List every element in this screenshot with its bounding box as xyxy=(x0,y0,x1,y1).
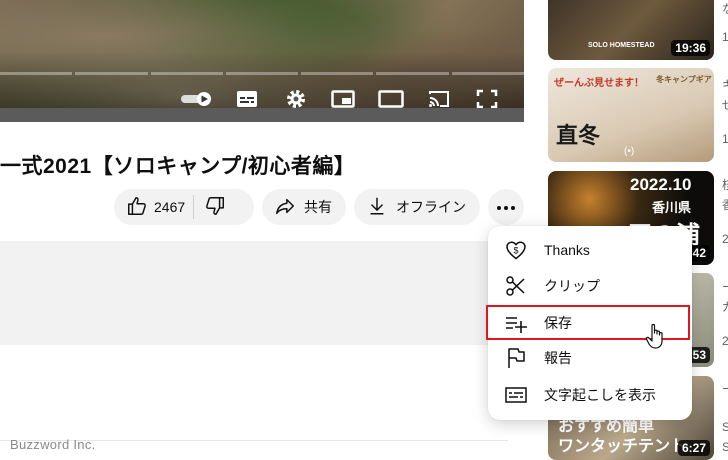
thumbnail-caption: 冬キャンプギア xyxy=(656,75,712,84)
recommendation-meta: キ xyxy=(722,76,728,93)
recommendation-meta: 2 xyxy=(722,334,728,348)
live-icon: (•) xyxy=(624,146,635,157)
download-icon xyxy=(366,195,388,220)
thumbnail-caption: SOLO HOMESTEAD xyxy=(588,42,655,49)
description-box[interactable] xyxy=(0,241,524,345)
menu-item-label: 文字起こしを表示 xyxy=(544,387,656,403)
recommendation-meta: ガ xyxy=(722,298,728,315)
thumbs-down-icon xyxy=(204,195,226,220)
menu-item-label: 報告 xyxy=(544,350,572,366)
hand-cursor-icon xyxy=(645,322,667,355)
player-bottom-bar xyxy=(0,108,524,122)
recommendation-meta: 核 xyxy=(722,176,728,193)
recommended-thumbnail[interactable]: ぜーんぶ見せます！ 冬キャンプギア 直冬 (•) xyxy=(548,68,714,162)
autoplay-toggle-icon[interactable] xyxy=(180,88,214,110)
flag-icon xyxy=(504,346,528,370)
recommendation-meta: 2 xyxy=(722,232,728,246)
offline-label: オフライン xyxy=(396,199,466,215)
recommendation-meta: 香 xyxy=(722,196,728,213)
menu-item-transcript[interactable]: 文字起こしを表示 xyxy=(488,377,692,413)
recommendation-meta: ー xyxy=(722,278,728,295)
video-player[interactable] xyxy=(0,0,524,122)
thumbnail-caption: 香川県 xyxy=(652,200,692,215)
recommendation-meta: S xyxy=(722,420,728,434)
miniplayer-icon[interactable] xyxy=(330,88,356,110)
menu-item-thanks[interactable]: $ Thanks xyxy=(488,232,692,268)
svg-text:$: $ xyxy=(513,246,518,256)
fullscreen-icon[interactable] xyxy=(474,88,500,110)
transcript-icon xyxy=(504,383,528,407)
settings-icon[interactable] xyxy=(283,88,309,110)
more-actions-button[interactable] xyxy=(488,189,524,225)
menu-item-label: Thanks xyxy=(544,242,590,258)
cast-icon[interactable] xyxy=(426,88,452,110)
thanks-heart-icon: $ xyxy=(504,238,528,262)
thumbnail-caption: ぜーんぶ見せます！ xyxy=(554,78,644,89)
dislike-button[interactable] xyxy=(204,195,226,220)
watermark-text: Buzzword Inc. xyxy=(10,437,96,452)
offline-button[interactable]: オフライン xyxy=(354,189,480,225)
menu-item-label: クリップ xyxy=(544,278,600,294)
video-title: 一式2021【ソロキャンプ/初心者編】 xyxy=(0,155,356,178)
share-arrow-icon xyxy=(274,195,296,220)
like-button[interactable]: 2467 xyxy=(126,195,185,220)
thumbnail-caption: ワンタッチテント xyxy=(558,438,687,455)
subtitles-icon[interactable] xyxy=(234,88,260,110)
thumbnail-caption: 2022.10 xyxy=(630,175,692,194)
like-dislike-group: 2467 xyxy=(114,189,254,225)
recommendation-meta: S xyxy=(722,440,728,454)
theater-mode-icon[interactable] xyxy=(378,88,404,110)
recommendation-meta: ー xyxy=(722,380,728,397)
recommendation-meta: ぜ xyxy=(722,96,728,113)
like-divider xyxy=(193,195,195,219)
progress-chapters[interactable] xyxy=(0,72,524,75)
thumbnail-caption: 直冬 xyxy=(556,123,601,148)
recommendation-meta: 1 xyxy=(722,132,728,146)
more-horizontal-icon xyxy=(496,198,516,216)
share-label: 共有 xyxy=(304,199,332,215)
like-count: 2467 xyxy=(154,199,186,215)
share-button[interactable]: 共有 xyxy=(262,189,346,225)
thumbs-up-icon xyxy=(126,195,148,220)
menu-item-clip[interactable]: クリップ xyxy=(488,268,692,304)
recommendation-meta: 1 xyxy=(722,30,728,44)
recommended-thumbnail[interactable]: SOLO HOMESTEAD 19:36 xyxy=(548,0,714,60)
recommendation-meta: な xyxy=(722,0,728,17)
video-duration: 6:27 xyxy=(677,440,710,456)
video-duration: 19:36 xyxy=(671,40,710,56)
scissors-icon xyxy=(504,274,528,298)
